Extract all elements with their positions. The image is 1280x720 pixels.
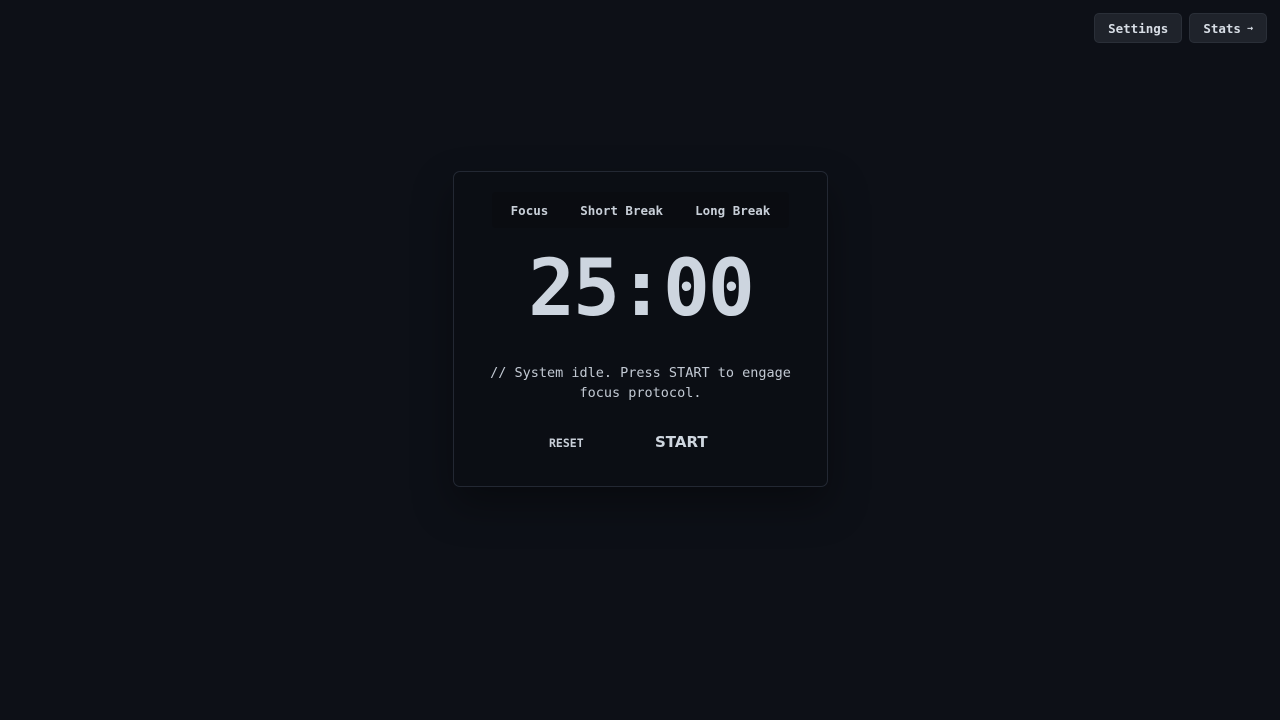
settings-button[interactable]: Settings: [1094, 13, 1183, 43]
mode-tabs: Focus Short Break Long Break: [492, 192, 789, 228]
tab-focus[interactable]: Focus: [495, 203, 565, 218]
stats-button[interactable]: Stats →: [1189, 13, 1267, 43]
arrow-right-icon: →: [1246, 22, 1253, 34]
reset-button[interactable]: RESET: [549, 436, 584, 450]
timer-controls: RESET START: [454, 433, 827, 454]
tab-long-break[interactable]: Long Break: [679, 203, 786, 218]
pomodoro-card: Focus Short Break Long Break 25:00 // Sy…: [453, 171, 828, 487]
status-line-1: // System idle. Press START to engage: [490, 365, 791, 381]
tab-short-break[interactable]: Short Break: [564, 203, 679, 218]
top-nav: Settings Stats →: [1094, 13, 1267, 43]
timer-display: 25:00: [528, 244, 755, 334]
status-message: // System idle. Press START to engage fo…: [484, 363, 797, 403]
status-line-2: focus protocol.: [579, 385, 702, 401]
settings-button-label: Settings: [1108, 20, 1169, 36]
stats-button-label: Stats: [1203, 20, 1241, 36]
start-button[interactable]: START: [655, 433, 708, 451]
